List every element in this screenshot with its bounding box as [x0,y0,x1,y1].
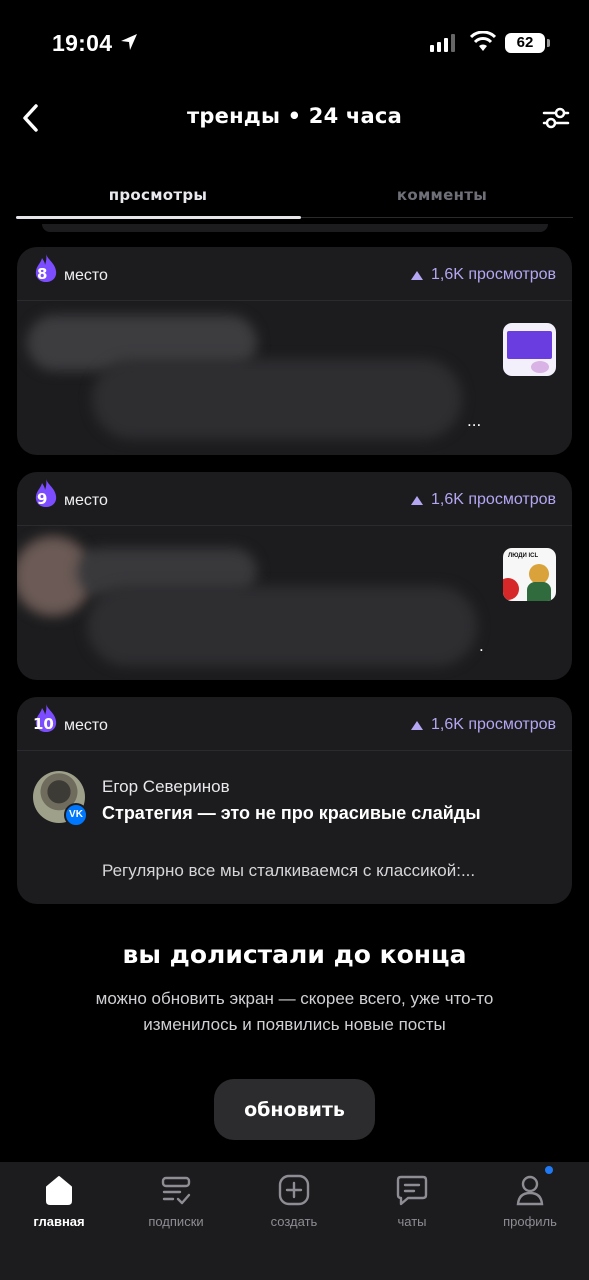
end-of-feed-description: можно обновить экран — скорее всего, уже… [95,989,494,1034]
post-thumbnail [503,323,556,376]
blurred-content: ... [17,301,487,455]
nav-label: чаты [397,1214,427,1229]
views-label: 1,6K просмотров [431,491,556,508]
filter-button[interactable] [540,104,572,132]
nav-create[interactable]: создать [244,1172,344,1229]
views-count: 1,6K просмотров [411,266,556,284]
nav-label: профиль [503,1214,557,1229]
tab-views[interactable]: просмотры [16,186,300,204]
chat-icon [396,1175,428,1206]
card-header: 9 место 1,6K просмотров [17,472,572,526]
views-count: 1,6K просмотров [411,716,556,734]
battery-indicator: 62 [505,33,550,53]
nav-home[interactable]: главная [9,1172,109,1229]
excerpt-tail: ... [467,411,482,430]
refresh-button[interactable]: обновить [214,1079,375,1140]
status-time: 19:04 [52,30,113,56]
nav-label: главная [33,1214,85,1229]
trend-up-icon [411,270,423,280]
author-name[interactable]: Егор Северинов [102,777,230,797]
post-excerpt: Регулярно все мы сталкиваемся с классико… [102,861,476,880]
nav-label: создать [270,1214,318,1229]
tab-bar: просмотры комменты [16,180,573,222]
trend-up-icon [411,495,423,505]
notification-dot [545,1166,553,1174]
nav-subscriptions[interactable]: подписки [126,1172,226,1229]
trend-card-10[interactable]: 10 место 1,6K просмотров VK Егор Северин… [17,697,572,904]
subscriptions-icon [161,1176,191,1205]
vk-badge: VK [64,803,88,827]
views-label: 1,6K просмотров [431,716,556,733]
blurred-content: . [17,526,487,680]
trend-card-9[interactable]: 9 место 1,6K просмотров . ЛЮДИ ICL [17,472,572,680]
post-thumbnail: ЛЮДИ ICL [503,548,556,601]
rank-number: 10 [33,715,54,733]
trend-card-8[interactable]: 8 место 1,6K просмотров ... [17,247,572,455]
tab-active-indicator [16,216,301,219]
nav-chats[interactable]: чаты [362,1172,462,1229]
rank-number: 9 [37,490,48,508]
card-header: 8 место 1,6K просмотров [17,247,572,301]
previous-card-edge [42,224,548,232]
location-arrow-icon [121,34,137,50]
views-count: 1,6K просмотров [411,491,556,509]
rank-number: 8 [37,265,48,283]
profile-icon [516,1175,544,1206]
bottom-navigation: главная подписки создать чаты профиль [0,1162,589,1280]
thumbnail-caption: ЛЮДИ ICL [508,553,539,559]
trend-up-icon [411,720,423,730]
rank-label: место [64,492,108,509]
nav-profile[interactable]: профиль [480,1172,580,1229]
rank-label: место [64,717,108,734]
status-bar: 19:04 62 [0,0,589,88]
home-icon [46,1176,72,1205]
rank-label: место [64,267,108,284]
page-title: тренды • 24 часа [187,104,402,128]
cellular-signal-icon [430,34,455,52]
post-title[interactable]: Стратегия — это не про красивые слайды [102,803,481,824]
create-icon [278,1174,310,1206]
sliders-icon [542,107,570,129]
card-header: 10 место 1,6K просмотров [17,697,572,751]
tab-comments[interactable]: комменты [300,186,584,204]
end-of-feed-title: вы долистали до конца [122,940,467,969]
views-label: 1,6K просмотров [431,266,556,283]
wifi-icon [470,31,496,51]
nav-label: подписки [148,1214,204,1229]
excerpt-tail: . [479,636,484,655]
